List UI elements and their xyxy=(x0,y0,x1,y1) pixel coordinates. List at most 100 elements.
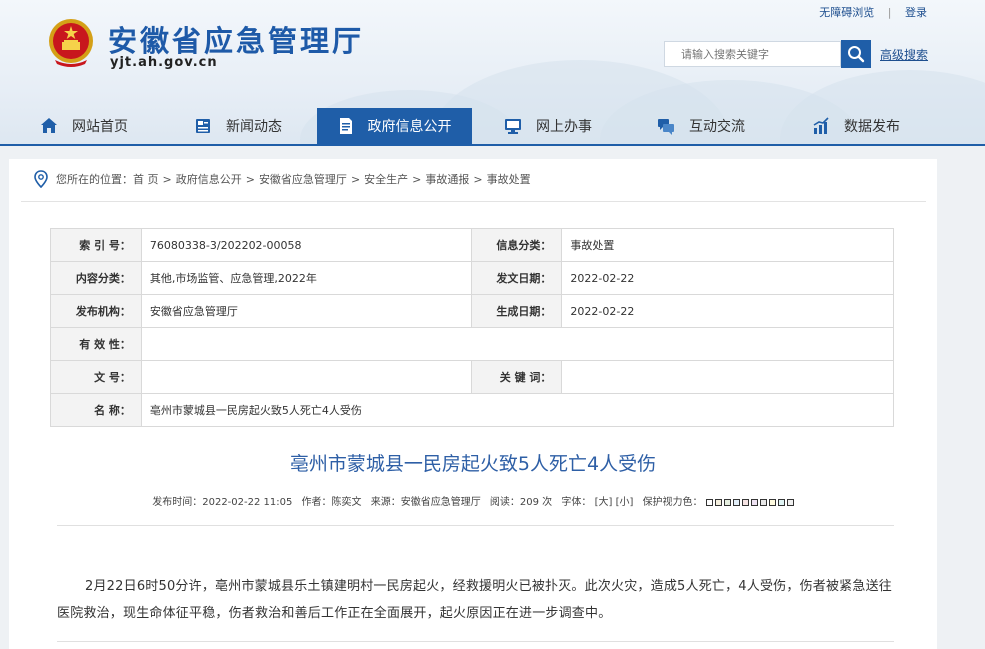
link-separator: | xyxy=(887,6,892,19)
index-label: 索 引 号： xyxy=(50,228,142,262)
eye-color-swatch[interactable] xyxy=(723,498,731,506)
site-domain: yjt.ah.gov.cn xyxy=(110,55,218,70)
author: 作者：陈奕文 xyxy=(301,497,362,508)
eye-color-swatch[interactable] xyxy=(741,498,749,506)
nav-item-gov-info[interactable]: 政府信息公开 xyxy=(317,108,472,144)
font-size-label: 字体： xyxy=(561,497,592,508)
breadcrumb: 您所在的位置： 首 页 > 政府信息公开 > 安徽省应急管理厅 > 安全生产 >… xyxy=(33,170,531,188)
news-icon xyxy=(196,119,210,133)
search-box xyxy=(664,41,841,67)
category-value: 事故处置 xyxy=(561,228,894,262)
site-title: 安徽省应急管理厅 xyxy=(108,24,365,58)
content-panel: 您所在的位置： 首 页 > 政府信息公开 > 安徽省应急管理厅 > 安全生产 >… xyxy=(9,159,937,649)
breadcrumb-separator: > xyxy=(245,172,255,186)
nav-divider xyxy=(0,144,985,146)
advanced-search-link[interactable]: 高级搜索 xyxy=(880,46,928,63)
index-value: 76080338-3/202202-00058 xyxy=(140,228,472,262)
source: 来源：安徽省应急管理厅 xyxy=(370,497,481,508)
table-row: 发布机构： 安徽省应急管理厅 生成日期： 2022-02-22 xyxy=(50,294,894,328)
publisher-label: 发布机构： xyxy=(50,294,142,328)
main-nav: 网站首页 新闻动态 政府信息公开 网上办事 互动交流 数据发布 xyxy=(0,108,985,144)
eye-color-swatch[interactable] xyxy=(786,498,794,506)
search-input[interactable] xyxy=(665,42,840,66)
doc-number-label: 文 号： xyxy=(50,360,142,394)
body-divider xyxy=(57,641,894,642)
generated-date-label: 生成日期： xyxy=(470,294,563,328)
chart-icon xyxy=(813,117,829,134)
font-large-button[interactable]: [大] xyxy=(595,497,613,508)
eye-color-swatch[interactable] xyxy=(732,498,740,506)
table-row: 内容分类： 其他,市场监管、应急管理,2022年 发文日期： 2022-02-2… xyxy=(50,261,894,295)
generated-date-value: 2022-02-22 xyxy=(561,294,894,328)
nav-item-online-service[interactable]: 网上办事 xyxy=(504,108,592,144)
publish-time: 发布时间：2022-02-22 11:05 xyxy=(152,497,293,508)
accessible-browse-link[interactable]: 无障碍浏览 xyxy=(819,6,874,19)
breadcrumb-prefix: 您所在的位置： xyxy=(56,173,133,186)
keywords-value xyxy=(561,360,894,394)
location-pin-icon xyxy=(34,170,48,188)
chat-icon xyxy=(658,119,674,135)
eye-color-swatch[interactable] xyxy=(705,498,713,506)
breadcrumb-separator: > xyxy=(350,172,361,186)
breadcrumb-item-home[interactable]: 首 页 xyxy=(133,171,159,187)
monitor-icon xyxy=(505,119,521,134)
font-small-button[interactable]: [小] xyxy=(616,497,634,508)
breadcrumb-item-accident-handling[interactable]: 事故处置 xyxy=(487,171,531,187)
breadcrumb-separator: > xyxy=(412,172,422,186)
national-emblem-icon xyxy=(49,19,93,67)
name-value: 亳州市蒙城县一民房起火致5人死亡4人受伤 xyxy=(140,393,895,427)
search-icon xyxy=(848,46,865,63)
category-label: 信息分类： xyxy=(470,228,563,262)
validity-value xyxy=(140,327,895,361)
validity-label: 有 效 性： xyxy=(50,327,142,361)
table-row: 索 引 号： 76080338-3/202202-00058 信息分类： 事故处… xyxy=(50,228,894,262)
table-row: 名 称： 亳州市蒙城县一民房起火致5人死亡4人受伤 xyxy=(50,393,895,427)
breadcrumb-item-accident-report[interactable]: 事故通报 xyxy=(425,171,469,187)
doc-number-value xyxy=(140,360,472,394)
issue-date-value: 2022-02-22 xyxy=(561,261,894,295)
nav-item-data-release[interactable]: 数据发布 xyxy=(812,108,900,144)
meta-divider xyxy=(57,525,894,526)
article-title: 亳州市蒙城县一民房起火致5人死亡4人受伤 xyxy=(289,453,657,475)
nav-label: 新闻动态 xyxy=(226,119,282,135)
article-body: 2月22日6时50分许，亳州市蒙城县乐土镇建明村一民房起火，经救援明火已被扑灭。… xyxy=(57,579,892,621)
content-category-value: 其他,市场监管、应急管理,2022年 xyxy=(140,261,472,295)
keywords-label: 关 键 词： xyxy=(470,360,563,394)
nav-item-home[interactable]: 网站首页 xyxy=(40,108,128,144)
nav-item-interaction[interactable]: 互动交流 xyxy=(657,108,745,144)
eye-color-swatch[interactable] xyxy=(777,498,785,506)
eye-care-swatches xyxy=(705,498,794,506)
nav-label: 数据发布 xyxy=(844,119,900,135)
table-row: 有 效 性： xyxy=(50,327,895,361)
eye-color-swatch[interactable] xyxy=(750,498,758,506)
nav-label: 政府信息公开 xyxy=(367,119,452,135)
home-icon xyxy=(41,118,57,133)
metadata-table: 索 引 号： 76080338-3/202202-00058 信息分类： 事故处… xyxy=(50,228,895,427)
nav-label: 互动交流 xyxy=(689,119,745,135)
breadcrumb-separator: > xyxy=(473,172,483,186)
top-links: 无障碍浏览 | 登录 xyxy=(819,4,927,20)
login-link[interactable]: 登录 xyxy=(905,6,927,19)
nav-item-news[interactable]: 新闻动态 xyxy=(194,108,282,144)
eye-care-label: 保护视力色： xyxy=(642,497,703,508)
eye-color-swatch[interactable] xyxy=(768,498,776,506)
breadcrumb-item-gov-info[interactable]: 政府信息公开 xyxy=(176,171,242,187)
article-meta: 发布时间：2022-02-22 11:05 作者：陈奕文 来源：安徽省应急管理厅… xyxy=(9,493,937,508)
read-count: 阅读：209 次 xyxy=(489,497,553,508)
name-label: 名 称： xyxy=(50,393,142,427)
eye-color-swatch[interactable] xyxy=(714,498,722,506)
issue-date-label: 发文日期： xyxy=(470,261,563,295)
nav-label: 网站首页 xyxy=(72,119,128,135)
content-category-label: 内容分类： xyxy=(50,261,142,295)
site-header: 安徽省应急管理厅 yjt.ah.gov.cn 无障碍浏览 | 登录 高级搜索 网… xyxy=(0,0,985,146)
publisher-value: 安徽省应急管理厅 xyxy=(140,294,472,328)
nav-label: 网上办事 xyxy=(536,119,592,135)
breadcrumb-separator: > xyxy=(162,172,172,186)
breadcrumb-divider xyxy=(21,201,926,202)
breadcrumb-item-safety[interactable]: 安全生产 xyxy=(364,171,408,187)
table-row: 文 号： 关 键 词： xyxy=(50,360,894,394)
eye-color-swatch[interactable] xyxy=(759,498,767,506)
search-button[interactable] xyxy=(841,40,871,68)
document-icon xyxy=(339,118,352,134)
breadcrumb-item-department[interactable]: 安徽省应急管理厅 xyxy=(259,171,347,187)
